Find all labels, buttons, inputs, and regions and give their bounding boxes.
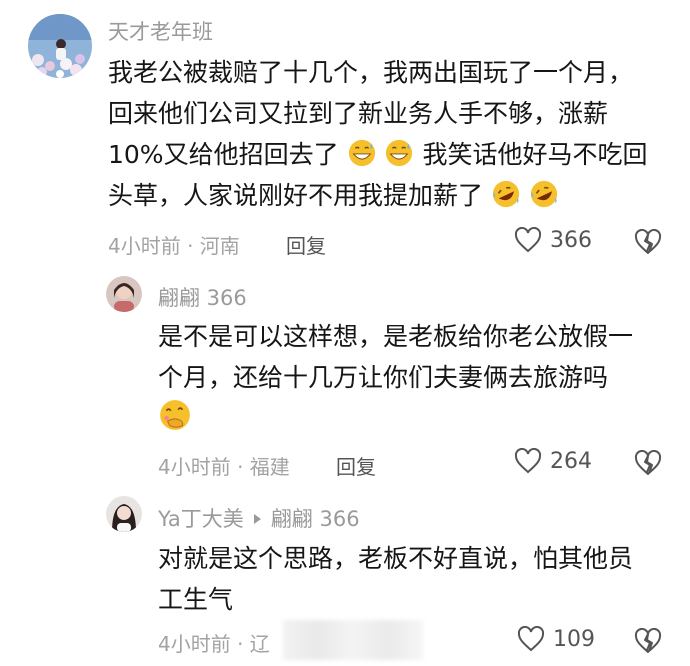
dislike-button[interactable] (634, 228, 662, 259)
avatar[interactable] (106, 276, 142, 312)
watermark-blur (283, 620, 423, 660)
dislike-button[interactable] (634, 449, 662, 480)
like-button[interactable]: 366 (514, 227, 592, 253)
avatar-image (28, 14, 92, 78)
reply-button[interactable]: 回复 (336, 451, 376, 480)
broken-heart-icon (634, 449, 662, 475)
time-location: 4小时前 · 辽 (158, 632, 270, 656)
grinning-sweat-emoji (348, 139, 375, 167)
comment-text: 是不是可以这样想，是老板给你老公放假一 个月，还给十几万让你们夫妻俩去旅游吗 (158, 316, 668, 439)
avatar-image (106, 276, 142, 312)
like-count: 366 (550, 227, 592, 253)
comment-text: 对就是这个思路，老板不好直说，怕其他员 工生气 (158, 544, 634, 614)
time-location: 4小时前 · 福建 (158, 455, 290, 479)
broken-heart-icon (634, 627, 662, 653)
username[interactable]: 翩翩 366 (158, 282, 247, 312)
avatar[interactable] (106, 496, 142, 532)
rofl-emoji (530, 180, 558, 208)
reply-arrow-icon (253, 514, 261, 524)
heart-icon (517, 626, 545, 652)
broken-heart-icon (634, 228, 662, 254)
heart-icon (514, 448, 542, 474)
dislike-button[interactable] (634, 627, 662, 658)
grinning-sweat-emoji (386, 139, 413, 167)
username-row: Ya丁大美 翩翩 366 (158, 503, 360, 533)
heart-icon (514, 227, 542, 253)
hand-over-mouth-emoji (160, 400, 190, 430)
avatar[interactable] (28, 14, 92, 78)
avatar-image (106, 496, 142, 532)
like-count: 109 (553, 626, 595, 652)
reply-button[interactable]: 回复 (286, 230, 326, 259)
username[interactable]: 天才老年班 (108, 16, 213, 46)
like-button[interactable]: 264 (514, 448, 592, 474)
reply-to-username[interactable]: 翩翩 366 (271, 507, 360, 531)
like-button[interactable]: 109 (517, 626, 595, 652)
rofl-emoji (492, 180, 520, 208)
like-count: 264 (550, 448, 592, 474)
username[interactable]: Ya丁大美 (158, 507, 244, 531)
comment-text: 我老公被裁赔了十几个，我两出国玩了一个月， 回来他们公司又拉到了新业务人手不够，… (108, 58, 648, 210)
time-location: 4小时前 · 河南 (108, 234, 240, 258)
